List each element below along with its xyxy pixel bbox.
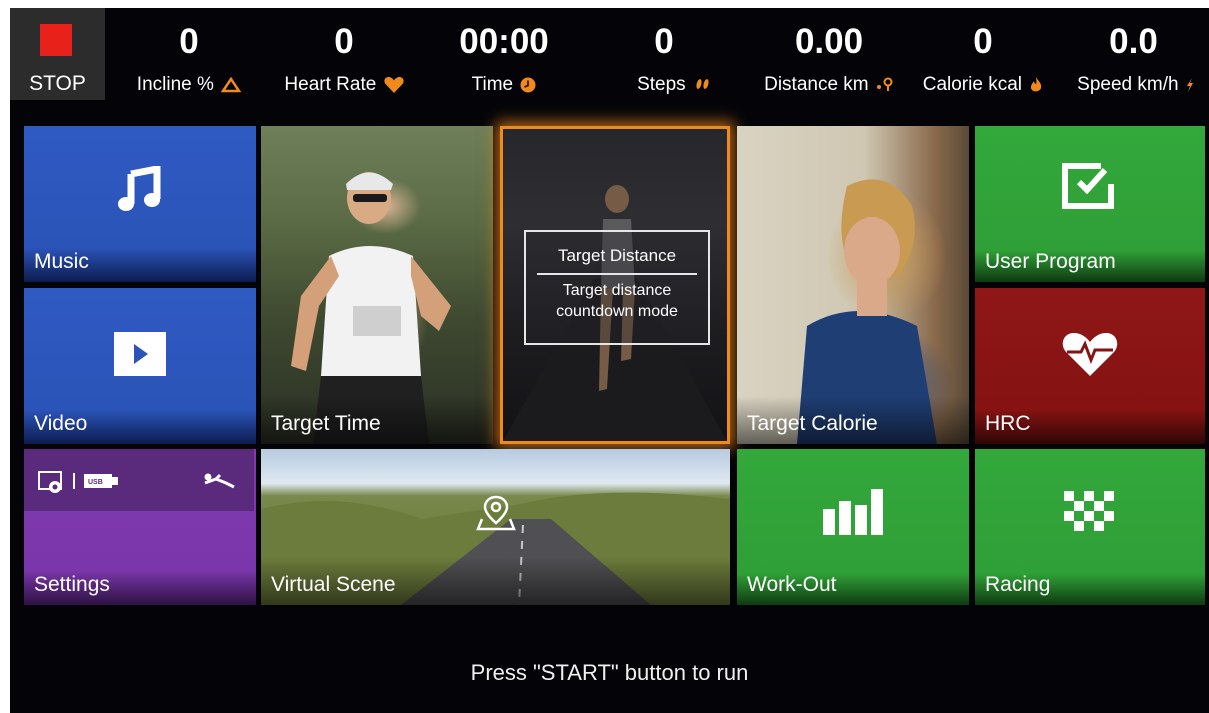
target-time-label: Target Time — [271, 412, 381, 435]
distance-stat: 0.00 Distance km — [744, 8, 914, 100]
incline-label-row: Incline % — [114, 74, 264, 96]
time-stat: 00:00 Time — [424, 8, 584, 100]
steps-label-row: Steps — [604, 74, 744, 96]
music-note-icon — [117, 164, 163, 217]
icon-separator — [73, 473, 75, 489]
time-label-row: Time — [424, 74, 584, 96]
time-value: 00:00 — [459, 22, 549, 61]
play-icon — [114, 332, 166, 381]
video-label: Video — [34, 412, 88, 435]
checkbox-edit-icon — [1061, 160, 1119, 215]
target-calorie-label: Target Calorie — [747, 412, 878, 435]
speed-stat: 0.0 Speed km/h — [1058, 8, 1209, 100]
checkered-flag-icon — [1060, 487, 1120, 540]
music-label: Music — [34, 250, 89, 273]
speed-icon — [1186, 77, 1194, 93]
clock-icon — [520, 77, 536, 93]
speed-value: 0.0 — [1109, 22, 1158, 61]
stop-icon — [40, 24, 72, 56]
heart-rate-label: Heart Rate — [284, 74, 377, 95]
hrc-label: HRC — [985, 412, 1031, 435]
swimmer-icon — [202, 471, 236, 496]
target-distance-title: Target Distance — [557, 246, 677, 265]
calorie-label-row: Calorie kcal — [908, 74, 1058, 96]
target-distance-info-box: Target Distance Target distance countdow… — [524, 230, 710, 345]
steps-label: Steps — [637, 74, 686, 95]
video-tile[interactable]: Video — [24, 288, 256, 444]
calorie-label: Calorie kcal — [922, 74, 1022, 95]
distance-label: Distance km — [764, 74, 869, 95]
target-distance-desc-1: Target distance — [562, 282, 672, 299]
work-out-label: Work-Out — [747, 573, 837, 596]
svg-text:USB: USB — [88, 479, 103, 486]
incline-label: Incline % — [136, 74, 214, 95]
bar-chart-icon — [823, 485, 883, 540]
virtual-scene-tile[interactable]: Virtual Scene — [261, 449, 730, 605]
incline-value: 0 — [179, 22, 199, 61]
target-time-tile[interactable]: Target Time — [261, 126, 493, 444]
incline-icon — [221, 76, 242, 93]
calorie-value: 0 — [973, 22, 993, 61]
time-label: Time — [471, 74, 514, 95]
music-tile[interactable]: Music — [24, 126, 256, 282]
speed-label: Speed km/h — [1077, 74, 1179, 95]
virtual-scene-label: Virtual Scene — [271, 573, 396, 596]
footer-message: Press "START" button to run — [470, 660, 749, 685]
speed-label-row: Speed km/h — [1062, 74, 1209, 96]
steps-stat: 0 Steps — [584, 8, 744, 100]
work-out-tile[interactable]: Work-Out — [737, 449, 969, 605]
distance-value: 0.00 — [794, 22, 864, 61]
flame-icon — [1029, 76, 1043, 94]
calorie-stat: 0 Calorie kcal — [908, 8, 1058, 100]
distance-icon — [876, 77, 894, 93]
heart-pulse-icon — [1061, 330, 1119, 383]
info-divider — [537, 273, 697, 275]
user-program-label: User Program — [985, 250, 1116, 273]
hrc-tile[interactable]: HRC — [975, 288, 1205, 444]
heart-rate-label-row: Heart Rate — [264, 74, 424, 96]
racing-label: Racing — [985, 573, 1051, 596]
stop-button[interactable]: STOP — [10, 8, 105, 100]
settings-label: Settings — [34, 573, 110, 596]
map-pin-icon — [475, 493, 516, 538]
stop-label: STOP — [29, 72, 86, 95]
heart-rate-value: 0 — [334, 22, 354, 61]
settings-screen-icon — [38, 471, 64, 500]
target-calorie-tile[interactable]: Target Calorie — [737, 126, 969, 444]
distance-label-row: Distance km — [744, 74, 914, 96]
status-bar: STOP 0 Incline % 0 Heart Rate 00:00 Time… — [10, 8, 1209, 100]
usb-icon: USB — [84, 474, 118, 493]
racing-tile[interactable]: Racing — [975, 449, 1205, 605]
settings-tile[interactable]: USB Settings — [24, 449, 256, 605]
steps-value: 0 — [654, 22, 674, 61]
treadmill-console-screen: STOP 0 Incline % 0 Heart Rate 00:00 Time… — [10, 8, 1209, 713]
footsteps-icon — [693, 76, 711, 94]
target-distance-tile[interactable]: Target Distance Target distance countdow… — [500, 126, 730, 444]
heart-rate-stat: 0 Heart Rate — [264, 8, 424, 100]
target-distance-desc-2: countdown mode — [556, 303, 678, 320]
user-program-tile[interactable]: User Program — [975, 126, 1205, 282]
incline-stat: 0 Incline % — [114, 8, 264, 100]
heart-icon — [383, 76, 404, 94]
